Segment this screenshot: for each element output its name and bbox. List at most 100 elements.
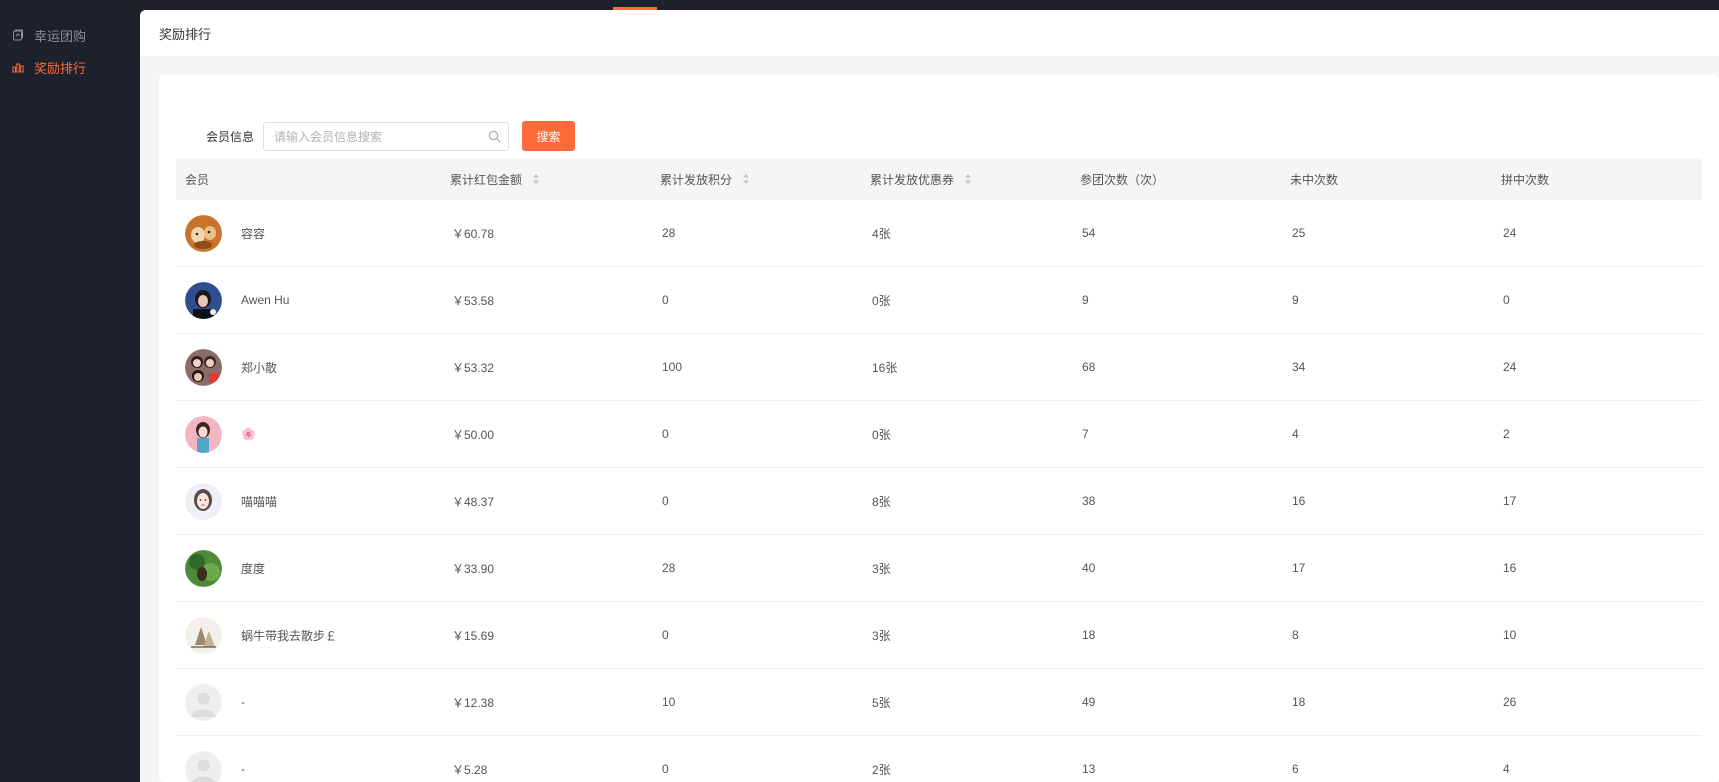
search-button[interactable]: 搜索 <box>522 121 575 151</box>
wins-cell: 26 <box>1503 695 1517 709</box>
avatar <box>185 349 222 386</box>
column-header-red-packet-amount[interactable]: 累计红包金额 <box>450 158 540 200</box>
member-cell: 蜗牛带我去散步￡ <box>176 602 446 668</box>
member-cell: 度度 <box>176 535 446 601</box>
member-cell: 🌸 <box>176 401 446 467</box>
avatar <box>185 215 222 252</box>
coupons-cell: 8张 <box>872 494 891 509</box>
search-row: 会员信息 搜索 <box>159 121 859 151</box>
joins-cell: 38 <box>1082 494 1096 508</box>
misses-cell: 8 <box>1292 628 1299 642</box>
joins-cell: 54 <box>1082 226 1096 240</box>
points-cell: 0 <box>662 293 669 307</box>
joins-cell: 18 <box>1082 628 1096 642</box>
member-cell: 喵喵喵 <box>176 468 446 534</box>
search-input[interactable] <box>264 123 484 150</box>
member-cell: - <box>176 736 446 782</box>
avatar <box>185 617 222 654</box>
search-icon[interactable] <box>488 130 501 143</box>
misses-cell: 34 <box>1292 360 1306 374</box>
member-name: 🌸 <box>241 427 256 441</box>
table-row: 容容 ￥60.78 28 4张 54 25 24 <box>176 200 1702 267</box>
column-header-member: 会员 <box>185 172 210 187</box>
points-cell: 100 <box>662 360 683 374</box>
wins-cell: 24 <box>1503 226 1517 240</box>
column-header-points[interactable]: 累计发放积分 <box>660 158 750 200</box>
page-header: 奖励排行 <box>140 10 1719 56</box>
coupons-cell: 5张 <box>872 695 891 710</box>
ranking-table: 会员 累计红包金额 累计发放积分 累计发放优惠券 参团次数（次） 未中次数 拼中… <box>176 158 1702 782</box>
points-cell: 28 <box>662 561 676 575</box>
misses-cell: 16 <box>1292 494 1306 508</box>
wins-cell: 24 <box>1503 360 1517 374</box>
member-name: 郑小散 <box>241 360 278 375</box>
member-name: Awen Hu <box>241 293 290 307</box>
sort-icon[interactable] <box>532 173 540 185</box>
joins-cell: 7 <box>1082 427 1089 441</box>
coupons-cell: 2张 <box>872 762 891 777</box>
misses-cell: 17 <box>1292 561 1306 575</box>
red-packet-amount-cell: ￥5.28 <box>452 762 488 777</box>
member-name: 度度 <box>241 561 266 576</box>
coupons-cell: 0张 <box>872 427 891 442</box>
coupons-cell: 4张 <box>872 226 891 241</box>
misses-cell: 9 <box>1292 293 1299 307</box>
points-cell: 0 <box>662 427 669 441</box>
search-box[interactable] <box>263 122 509 151</box>
table-row: 喵喵喵 ￥48.37 0 8张 38 16 17 <box>176 468 1702 535</box>
sidebar-item-ranking[interactable]: 奖励排行 <box>0 52 140 82</box>
wins-cell: 0 <box>1503 293 1510 307</box>
red-packet-amount-cell: ￥12.38 <box>452 695 495 710</box>
joins-cell: 40 <box>1082 561 1096 575</box>
sort-icon[interactable] <box>742 173 750 185</box>
table-row: 蜗牛带我去散步￡ ￥15.69 0 3张 18 8 10 <box>176 602 1702 669</box>
red-packet-amount-cell: ￥48.37 <box>452 494 495 509</box>
coupons-cell: 3张 <box>872 561 891 576</box>
member-name: - <box>241 695 245 709</box>
joins-cell: 9 <box>1082 293 1089 307</box>
member-cell: Awen Hu <box>176 267 446 333</box>
wins-cell: 16 <box>1503 561 1517 575</box>
joins-cell: 49 <box>1082 695 1096 709</box>
joins-cell: 13 <box>1082 762 1096 776</box>
wins-cell: 2 <box>1503 427 1510 441</box>
red-packet-amount-cell: ￥50.00 <box>452 427 495 442</box>
sidebar-item-group-buy[interactable]: 幸运团购 <box>0 20 140 50</box>
wins-cell: 10 <box>1503 628 1517 642</box>
top-bar <box>0 0 1719 10</box>
table-row: 度度 ￥33.90 28 3张 40 17 16 <box>176 535 1702 602</box>
sort-icon[interactable] <box>964 173 972 185</box>
coupons-cell: 16张 <box>872 360 898 375</box>
member-name: 蜗牛带我去散步￡ <box>241 628 338 643</box>
avatar <box>185 550 222 587</box>
column-header-wins: 拼中次数 <box>1501 172 1550 187</box>
joins-cell: 68 <box>1082 360 1096 374</box>
misses-cell: 18 <box>1292 695 1306 709</box>
search-label: 会员信息 <box>206 130 255 144</box>
sidebar-item-label: 幸运团购 <box>34 28 87 44</box>
page-title: 奖励排行 <box>159 26 212 42</box>
ranking-icon <box>12 63 24 73</box>
misses-cell: 4 <box>1292 427 1299 441</box>
coupons-cell: 0张 <box>872 293 891 308</box>
points-cell: 0 <box>662 628 669 642</box>
sidebar: 幸运团购 奖励排行 <box>0 10 140 782</box>
avatar <box>185 416 222 453</box>
red-packet-amount-cell: ￥60.78 <box>452 226 495 241</box>
misses-cell: 25 <box>1292 226 1306 240</box>
table-row: 🌸 ￥50.00 0 0张 7 4 2 <box>176 401 1702 468</box>
member-name: - <box>241 762 245 776</box>
main-content: 奖励排行 会员信息 搜索 会员 累计红包金额 <box>140 10 1719 782</box>
sidebar-item-label: 奖励排行 <box>34 60 87 76</box>
group-buy-icon <box>13 29 23 41</box>
column-header-coupons[interactable]: 累计发放优惠券 <box>870 158 972 200</box>
red-packet-amount-cell: ￥15.69 <box>452 628 495 643</box>
table-row: - ￥5.28 0 2张 13 6 4 <box>176 736 1702 782</box>
member-cell: 容容 <box>176 200 446 266</box>
table-row: 郑小散 ￥53.32 100 16张 68 34 24 <box>176 334 1702 401</box>
column-header-joins: 参团次数（次） <box>1080 172 1165 187</box>
table-body: 容容 ￥60.78 28 4张 54 25 24 Awen Hu ￥53.58 0 0张 9 9 0 郑小散… <box>176 200 1702 782</box>
red-packet-amount-cell: ￥33.90 <box>452 561 495 576</box>
avatar <box>185 483 222 520</box>
member-name: 容容 <box>241 226 266 241</box>
